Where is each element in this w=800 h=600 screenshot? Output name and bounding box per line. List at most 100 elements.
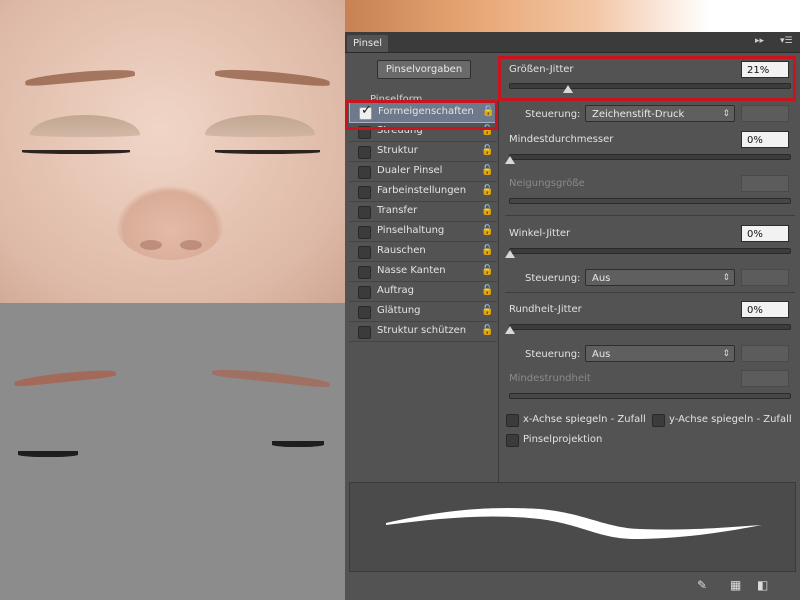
option-label: Struktur (377, 145, 418, 156)
angle-jitter-slider-track[interactable] (509, 248, 791, 254)
flip-x-label: x-Achse spiegeln - Zufall (523, 414, 646, 425)
lock-icon[interactable]: 🔓 (481, 245, 493, 257)
roundness-jitter-label: Rundheit-Jitter (509, 304, 582, 315)
projection-label: Pinselprojektion (523, 434, 603, 445)
size-control-select[interactable]: Zeichenstift-Druck ⇕ (585, 105, 735, 122)
lock-icon[interactable]: 🔓 (481, 185, 493, 197)
option-label: Nasse Kanten (377, 265, 446, 276)
min-roundness-input (741, 370, 789, 387)
angle-jitter-slider-thumb[interactable] (505, 250, 515, 258)
separator (505, 292, 795, 293)
tab-pinsel[interactable]: Pinsel (347, 35, 389, 52)
option-checkbox[interactable] (358, 166, 371, 179)
option-glaettung[interactable]: Glättung 🔓 (349, 302, 497, 322)
angle-control-label: Steuerung: (525, 273, 581, 284)
angle-jitter-label: Winkel-Jitter (509, 228, 571, 239)
option-checkbox[interactable] (358, 186, 371, 199)
roundness-jitter-slider-thumb[interactable] (505, 326, 515, 334)
projection-checkbox[interactable] (506, 434, 519, 447)
size-control-label: Steuerung: (525, 109, 581, 120)
nose (115, 185, 225, 260)
min-diameter-slider-thumb[interactable] (505, 156, 515, 164)
size-control-value: Zeichenstift-Druck (592, 109, 685, 120)
option-farbeinstellungen[interactable]: Farbeinstellungen 🔓 (349, 182, 497, 202)
option-label: Farbeinstellungen (377, 185, 467, 196)
roundness-control-select[interactable]: Aus ⇕ (585, 345, 735, 362)
option-transfer[interactable]: Transfer 🔓 (349, 202, 497, 222)
highlight-size-jitter (498, 56, 796, 101)
min-diameter-label: Mindestdurchmesser (509, 134, 614, 145)
lock-icon[interactable]: 🔓 (481, 205, 493, 217)
lock-icon[interactable]: 🔓 (481, 325, 493, 337)
lock-icon[interactable]: 🔓 (481, 305, 493, 317)
select-arrows-icon: ⇕ (722, 349, 730, 359)
tilt-scale-input (741, 175, 789, 192)
lock-icon[interactable]: 🔓 (481, 145, 493, 157)
option-pinselhaltung[interactable]: Pinselhaltung 🔓 (349, 222, 497, 242)
option-rauschen[interactable]: Rauschen 🔓 (349, 242, 497, 262)
option-auftrag[interactable]: Auftrag 🔓 (349, 282, 497, 302)
left-nostril (140, 240, 162, 250)
option-label: Pinselhaltung (377, 225, 445, 236)
highlight-formeigenschaften (345, 100, 498, 130)
roundness-control-value: Aus (592, 349, 611, 360)
panel-menu-icon[interactable]: ▾☰ (780, 36, 793, 46)
angle-control-value-box (741, 269, 789, 286)
option-struktur[interactable]: Struktur 🔓 (349, 142, 497, 162)
left-eyebrow (24, 67, 136, 87)
option-label: Glättung (377, 305, 421, 316)
option-dualer-pinsel[interactable]: Dualer Pinsel 🔓 (349, 162, 497, 182)
lock-icon[interactable]: 🔓 (481, 285, 493, 297)
option-checkbox[interactable] (358, 146, 371, 159)
face-photo (0, 0, 345, 303)
angle-control-select[interactable]: Aus ⇕ (585, 269, 735, 286)
stroke-preview-shape (386, 507, 762, 540)
roundness-control-label: Steuerung: (525, 349, 581, 360)
option-label: Transfer (377, 205, 418, 216)
extracted-features-layer (0, 303, 345, 600)
option-checkbox[interactable] (358, 206, 371, 219)
option-nasse-kanten[interactable]: Nasse Kanten 🔓 (349, 262, 497, 282)
tilt-scale-slider-track (509, 198, 791, 204)
option-checkbox[interactable] (358, 326, 371, 339)
new-preset-icon[interactable]: ◧ (757, 578, 768, 592)
min-diameter-input[interactable]: 0% (741, 131, 789, 148)
option-label: Rauschen (377, 245, 426, 256)
flip-y-checkbox[interactable] (652, 414, 665, 427)
extracted-left-eyelash (18, 451, 78, 457)
panel-bottom-bar: ✎ ▦ ◧ (345, 572, 800, 600)
min-roundness-slider-track (509, 393, 791, 399)
flip-x-checkbox[interactable] (506, 414, 519, 427)
min-diameter-slider-track[interactable] (509, 154, 791, 160)
lock-icon[interactable]: 🔓 (481, 165, 493, 177)
extracted-left-eyebrow (13, 367, 117, 388)
extracted-right-eyelash (272, 441, 324, 447)
right-eyelid (205, 115, 315, 137)
select-arrows-icon: ⇕ (722, 273, 730, 283)
roundness-jitter-slider-track[interactable] (509, 324, 791, 330)
brush-stroke-preview (349, 482, 796, 572)
extracted-right-eyebrow (211, 366, 331, 389)
lock-icon[interactable]: 🔓 (481, 265, 493, 277)
option-label: Struktur schützen (377, 325, 467, 336)
size-control-value-box (741, 105, 789, 122)
panel-tabbar: Pinsel ▸▸ ▾☰ (345, 32, 800, 53)
option-checkbox[interactable] (358, 226, 371, 239)
right-eyelash (215, 150, 320, 154)
column-divider (498, 56, 499, 486)
brush-presets-button[interactable]: Pinselvorgaben (377, 60, 471, 79)
angle-jitter-input[interactable]: 0% (741, 225, 789, 242)
lock-icon[interactable]: 🔓 (481, 225, 493, 237)
option-struktur-schuetzen[interactable]: Struktur schützen 🔓 (349, 322, 497, 342)
option-checkbox[interactable] (358, 286, 371, 299)
flip-y-label: y-Achse spiegeln - Zufall (669, 414, 792, 425)
angle-control-value: Aus (592, 273, 611, 284)
grid-icon[interactable]: ▦ (730, 578, 741, 592)
roundness-jitter-input[interactable]: 0% (741, 301, 789, 318)
option-checkbox[interactable] (358, 266, 371, 279)
double-chevron-right-icon[interactable]: ▸▸ (755, 36, 764, 46)
option-checkbox[interactable] (358, 306, 371, 319)
right-nostril (180, 240, 202, 250)
option-checkbox[interactable] (358, 246, 371, 259)
brush-tool-icon[interactable]: ✎ (697, 578, 707, 592)
